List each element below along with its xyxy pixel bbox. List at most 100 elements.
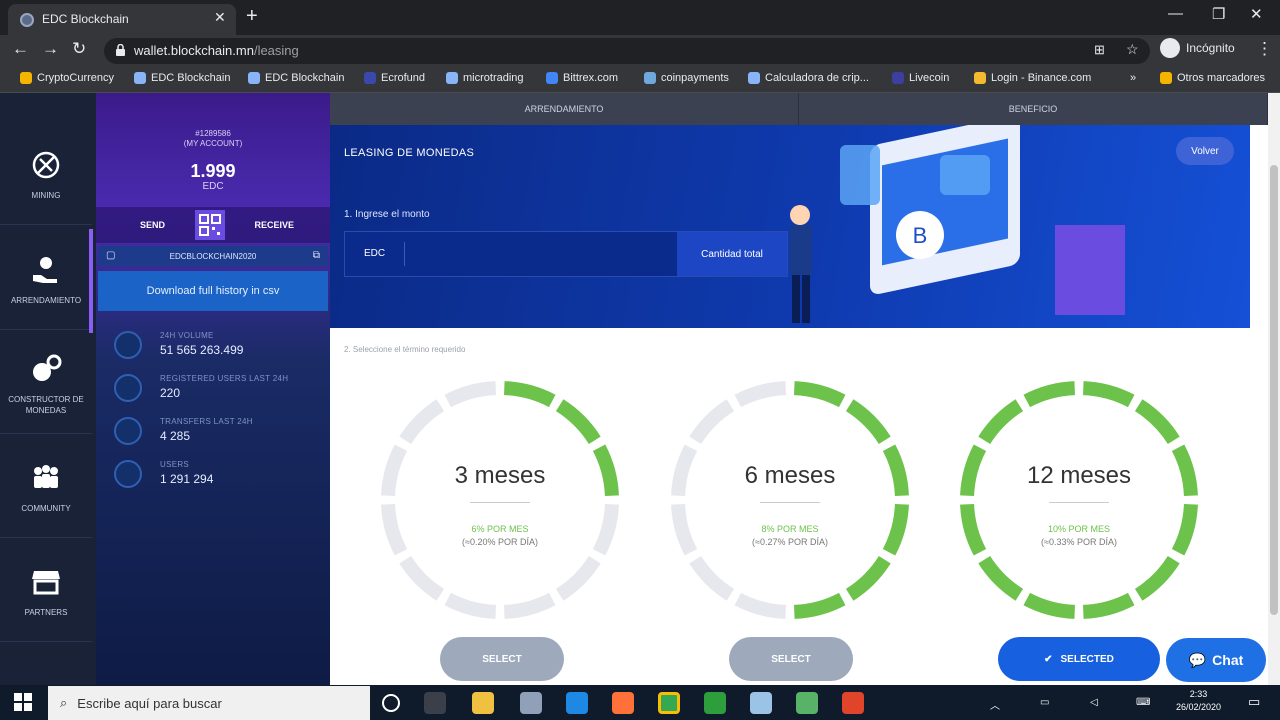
total-amount-button[interactable]: Cantidad total (677, 232, 787, 276)
forward-icon[interactable]: → (42, 39, 59, 59)
language-icon[interactable]: ⌨ (1136, 697, 1150, 708)
system-clock[interactable]: 2:33 26/02/2020 (1176, 688, 1221, 714)
main-content: ARRENDAMIENTO BENEFICIO LEASING DE MONED… (330, 93, 1268, 685)
nav-item-leasing[interactable]: ARRENDAMIENTO (0, 230, 92, 330)
lock-icon (116, 44, 125, 56)
maximize-icon[interactable]: ❐ (1212, 5, 1225, 23)
bookmark-label: Ecrofund (381, 72, 426, 84)
bookmark-item[interactable]: Calculadora de crip... (748, 72, 869, 84)
select-3m-button[interactable]: SELECT (440, 637, 564, 681)
app-icon[interactable] (796, 692, 818, 714)
edge-icon[interactable] (566, 692, 588, 714)
incognito-indicator[interactable]: Incógnito (1160, 38, 1235, 58)
minimize-icon[interactable]: — (1168, 5, 1183, 22)
copy-icon[interactable]: ⧉ (313, 250, 320, 261)
bookmark-label: coinpayments (661, 72, 729, 84)
taskbar-search[interactable]: ⌕ Escribe aquí para buscar (48, 686, 370, 720)
mail-icon[interactable] (520, 692, 542, 714)
nav-item-community[interactable]: COMMUNITY (0, 438, 92, 538)
bookmark-label: Calculadora de crip... (765, 72, 869, 84)
network-icon[interactable]: ▭ (1040, 697, 1049, 708)
windows-start-icon[interactable] (14, 693, 32, 711)
nav-label: ARRENDAMIENTO (10, 296, 82, 305)
file-explorer-icon[interactable] (472, 692, 494, 714)
translate-icon[interactable]: ⊞ (1094, 42, 1105, 58)
bookmark-item[interactable]: coinpayments (644, 72, 729, 84)
menu-icon[interactable]: ⋮ (1256, 39, 1273, 59)
nav-item-mining[interactable]: MINING (0, 125, 92, 225)
plan-rate: 10% POR MES (1047, 524, 1111, 534)
wallet-address[interactable]: ▢ EDCBLOCKCHAIN2020 ⧉ (98, 246, 328, 266)
stat-label: USERS (160, 460, 190, 469)
hero-illustration: B (790, 125, 1125, 323)
bookmark-label: microtrading (463, 72, 524, 84)
bookmark-item[interactable]: Bittrex.com (546, 72, 618, 84)
plan-title: 6 meses (744, 462, 836, 489)
chat-button[interactable]: 💬 Chat (1166, 638, 1266, 682)
download-history-button[interactable]: Download full history in csv (98, 271, 328, 311)
incognito-label: Incógnito (1186, 41, 1235, 55)
tray-chevron-icon[interactable]: ︿ (990, 697, 1000, 712)
stat-item: USERS 1 291 294 (114, 460, 213, 488)
select-6m-button[interactable]: SELECT (729, 637, 853, 681)
plan-card-6m[interactable]: 6 meses 8% POR MES (≈0.27% POR DÍA) (668, 378, 912, 627)
task-view-icon[interactable] (424, 692, 446, 714)
bookmark-item[interactable]: Livecoin (892, 72, 949, 84)
bookmark-item[interactable]: microtrading (446, 72, 524, 84)
window-close-icon[interactable]: ✕ (1250, 5, 1263, 23)
partners-icon (32, 571, 60, 595)
clock-time: 2:33 (1189, 689, 1208, 699)
tab-benefit[interactable]: BENEFICIO (799, 93, 1268, 125)
search-placeholder: Escribe aquí para buscar (77, 695, 222, 711)
nav-label: COMMUNITY (21, 504, 71, 513)
ring-segment (793, 592, 846, 619)
bookmark-item[interactable]: EDC Blockchain (248, 72, 344, 84)
chrome-icon[interactable] (658, 692, 680, 714)
scrollbar-thumb[interactable] (1270, 165, 1278, 615)
recorder-icon[interactable] (842, 692, 864, 714)
bookmark-item[interactable]: Ecrofund (364, 72, 425, 84)
bookmark-item[interactable]: EDC Blockchain (134, 72, 230, 84)
tab-leasing[interactable]: ARRENDAMIENTO (330, 93, 799, 125)
bookmark-label: Bittrex.com (563, 72, 619, 84)
plan-daily-rate: (≈0.33% POR DÍA) (1041, 537, 1117, 547)
amount-input-group: EDC Cantidad total (344, 231, 788, 277)
receive-button[interactable]: RECEIVE (254, 220, 294, 230)
bookmark-item[interactable]: Login - Binance.com (974, 72, 1091, 84)
plan-card-3m[interactable]: 3 meses 6% POR MES (≈0.20% POR DÍA) (378, 378, 622, 627)
other-bookmarks[interactable]: Otros marcadores (1160, 72, 1265, 84)
app-icon[interactable] (750, 692, 772, 714)
ring-segment (444, 592, 497, 619)
close-tab-icon[interactable]: ✕ (214, 9, 226, 26)
nav-item-coin-builder[interactable]: CONSTRUCTOR DE MONEDAS (0, 334, 92, 434)
selected-12m-button[interactable]: ✔ SELECTED (998, 637, 1160, 681)
bookmark-item[interactable]: CryptoCurrency (20, 72, 114, 84)
main-tabs: ARRENDAMIENTO BENEFICIO (330, 93, 1268, 125)
cortana-icon[interactable] (382, 694, 400, 712)
camtasia-icon[interactable] (704, 692, 726, 714)
plan-divider (760, 502, 820, 503)
speaker-icon[interactable]: ◁ (1090, 697, 1098, 708)
nav-item-partners[interactable]: PARTNERS (0, 542, 92, 642)
ring-segment (1134, 399, 1180, 445)
new-tab-icon[interactable]: + (246, 5, 258, 28)
back-icon[interactable]: ← (12, 39, 29, 59)
send-button[interactable]: SEND (140, 220, 165, 230)
more-bookmarks-icon[interactable]: » (1130, 72, 1136, 84)
browser-tab[interactable]: EDC Blockchain ✕ (8, 4, 236, 35)
notifications-icon[interactable]: ▭ (1248, 694, 1260, 710)
address-bar[interactable]: wallet.blockchain.mn/leasing ⊞ ☆ (104, 38, 1150, 64)
star-icon[interactable]: ☆ (1126, 41, 1139, 58)
svg-text:B: B (913, 223, 928, 248)
amount-input[interactable] (405, 232, 677, 276)
selected-label: SELECTED (1060, 653, 1114, 665)
reload-icon[interactable]: ↻ (72, 39, 86, 59)
qr-code-icon[interactable] (194, 210, 225, 240)
plan-card-12m[interactable]: 12 meses 10% POR MES (≈0.33% POR DÍA) (957, 378, 1201, 627)
plan-rate: 8% POR MES (761, 524, 819, 534)
bookmark-label: CryptoCurrency (37, 72, 115, 84)
firefox-icon[interactable] (612, 692, 634, 714)
ring-segment (1082, 592, 1135, 619)
bookmark-favicon-icon (248, 72, 260, 84)
active-nav-indicator (89, 229, 93, 333)
